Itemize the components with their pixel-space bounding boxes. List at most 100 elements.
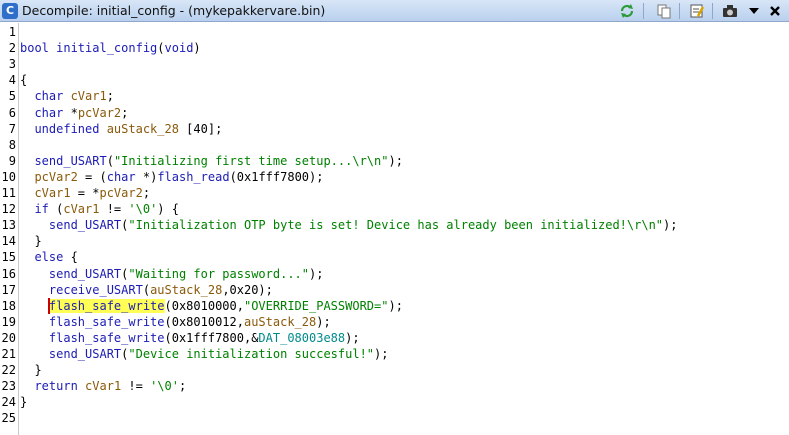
code-line[interactable]: 1 — [0, 24, 789, 40]
code-line[interactable]: 23 return cVar1 != '\0'; — [0, 378, 789, 394]
code-line[interactable]: 9 send_USART("Initializing first time se… — [0, 153, 789, 169]
code-editor[interactable]: 1 2 bool initial_config(void) 3 4{5 char cVa… — [0, 23, 789, 435]
variable-token[interactable]: cVar1 — [85, 379, 121, 393]
code-line[interactable]: 16 send_USART("Waiting for password...")… — [0, 266, 789, 282]
code-line[interactable]: 22 } — [0, 362, 789, 378]
keyword-token: if — [34, 202, 49, 217]
code-line[interactable]: 2 bool initial_config(void) — [0, 40, 789, 56]
code-line[interactable]: 5 char cVar1; — [0, 88, 789, 104]
code-line[interactable]: 3 — [0, 56, 789, 72]
close-button[interactable] — [766, 2, 784, 20]
line-number: 8 — [8, 137, 16, 152]
code-text[interactable]: char *pcVar2; — [20, 105, 128, 121]
code-text[interactable]: { — [20, 72, 27, 88]
code-line[interactable]: 6 char *pcVar2; — [0, 105, 789, 121]
code-text[interactable]: send_USART("Initializing first time setu… — [20, 153, 402, 169]
code-line[interactable]: 7 undefined auStack_28 [40]; — [0, 121, 789, 137]
code-token: ); — [374, 347, 389, 361]
copy-button[interactable] — [655, 2, 673, 20]
function-token[interactable]: receive_USART — [49, 283, 143, 297]
function-token[interactable]: send_USART — [49, 267, 121, 281]
type-token[interactable]: char — [107, 170, 136, 184]
code-text[interactable]: } — [20, 362, 41, 378]
code-text[interactable]: } — [20, 233, 41, 249]
code-line[interactable]: 13 send_USART("Initialization OTP byte i… — [0, 217, 789, 233]
type-token[interactable]: char — [34, 106, 70, 120]
code-text[interactable]: send_USART("Waiting for password..."); — [20, 266, 324, 282]
code-text[interactable]: pcVar2 = (char *)flash_read(0x1fff7800); — [20, 169, 323, 185]
code-line[interactable]: 17 receive_USART(auStack_28,0x20); — [0, 282, 789, 298]
function-token[interactable]: flash_safe_write — [49, 315, 165, 329]
line-number: 5 — [8, 89, 16, 104]
code-line[interactable]: 15 else { — [0, 249, 789, 265]
code-text[interactable]: flash_safe_write(0x1fff7800,&DAT_08003e8… — [20, 330, 360, 346]
code-text[interactable]: send_USART("Initialization OTP byte is s… — [20, 217, 678, 233]
menu-dropdown-button[interactable] — [745, 2, 763, 20]
global-token[interactable]: DAT_08003e88 — [258, 331, 345, 345]
snapshot-button[interactable] — [721, 2, 739, 20]
variable-token[interactable]: cVar1 — [71, 89, 107, 103]
line-number: 19 — [1, 314, 16, 329]
code-line[interactable]: 20 flash_safe_write(0x1fff7800,&DAT_0800… — [0, 330, 789, 346]
code-text[interactable]: cVar1 = *pcVar2; — [20, 185, 150, 201]
string-token: '\0' — [128, 202, 158, 217]
code-text[interactable]: } — [20, 394, 27, 410]
code-line[interactable]: 10 pcVar2 = (char *)flash_read(0x1fff780… — [0, 169, 789, 185]
code-text[interactable]: if (cVar1 != '\0') { — [20, 201, 179, 217]
code-line[interactable]: 25 — [0, 410, 789, 426]
string-token: "Device initialization succesful!" — [128, 347, 375, 361]
function-token[interactable]: send_USART — [49, 347, 121, 361]
type-token[interactable]: undefined — [34, 122, 106, 136]
variable-token[interactable]: pcVar2 — [34, 170, 77, 184]
line-number: 20 — [1, 330, 16, 345]
type-token[interactable]: bool — [20, 41, 56, 55]
code-line[interactable]: 19 flash_safe_write(0x8010012,auStack_28… — [0, 314, 789, 330]
code-text[interactable]: else { — [20, 249, 78, 265]
function-token[interactable]: send_USART — [49, 218, 121, 232]
code-line[interactable]: 11 cVar1 = *pcVar2; — [0, 185, 789, 201]
function-token[interactable]: send_USART — [34, 154, 106, 168]
variable-token[interactable]: auStack_28 — [150, 283, 222, 297]
code-line[interactable]: 24} — [0, 394, 789, 410]
code-line[interactable]: 14 } — [0, 233, 789, 249]
edit-function-button[interactable] — [688, 2, 706, 20]
code-line[interactable]: 18 flash_safe_write(0x8010000,"OVERRIDE_… — [0, 298, 789, 314]
function-token[interactable]: initial_config — [56, 41, 157, 55]
code-text[interactable]: char cVar1; — [20, 88, 113, 104]
function-token[interactable]: flash_safe_write — [48, 298, 165, 313]
code-text[interactable]: bool initial_config(void) — [20, 40, 201, 56]
type-token[interactable]: void — [165, 41, 194, 55]
code-text[interactable]: return cVar1 != '\0'; — [20, 378, 186, 394]
window-title: Decompile: initial_config - (mykepakkerv… — [22, 3, 326, 18]
code-token: ; — [121, 105, 129, 120]
function-token[interactable]: flash_safe_write — [49, 331, 165, 345]
code-token: { — [63, 250, 78, 265]
variable-token[interactable]: auStack_28 — [244, 315, 316, 329]
code-line[interactable]: 8 — [0, 137, 789, 153]
code-token: (0x8010012, — [164, 314, 244, 329]
variable-token[interactable]: pcVar2 — [99, 186, 142, 200]
variable-token[interactable]: auStack_28 — [107, 122, 179, 136]
code-token: ,0x20); — [222, 282, 273, 297]
code-text[interactable]: flash_safe_write(0x8010012,auStack_28); — [20, 314, 331, 330]
code-text[interactable]: undefined auStack_28 [40]; — [20, 121, 222, 137]
code-text[interactable]: send_USART("Device initialization succes… — [20, 346, 389, 362]
code-line[interactable]: 21 send_USART("Device initialization suc… — [0, 346, 789, 362]
refresh-button[interactable] — [618, 2, 636, 20]
code-line[interactable]: 4{ — [0, 72, 789, 88]
function-token[interactable]: flash_read — [157, 170, 229, 184]
code-line[interactable]: 12 if (cVar1 != '\0') { — [0, 201, 789, 217]
code-token: ( — [142, 282, 151, 297]
code-text[interactable]: flash_safe_write(0x8010000,"OVERRIDE_PAS… — [20, 298, 403, 314]
line-number: 21 — [1, 347, 16, 361]
variable-token[interactable]: cVar1 — [63, 202, 99, 216]
code-text[interactable]: receive_USART(auStack_28,0x20); — [20, 282, 273, 298]
variable-token[interactable]: pcVar2 — [78, 106, 121, 120]
variable-token[interactable]: cVar1 — [34, 186, 70, 200]
type-token[interactable]: char — [34, 89, 70, 103]
